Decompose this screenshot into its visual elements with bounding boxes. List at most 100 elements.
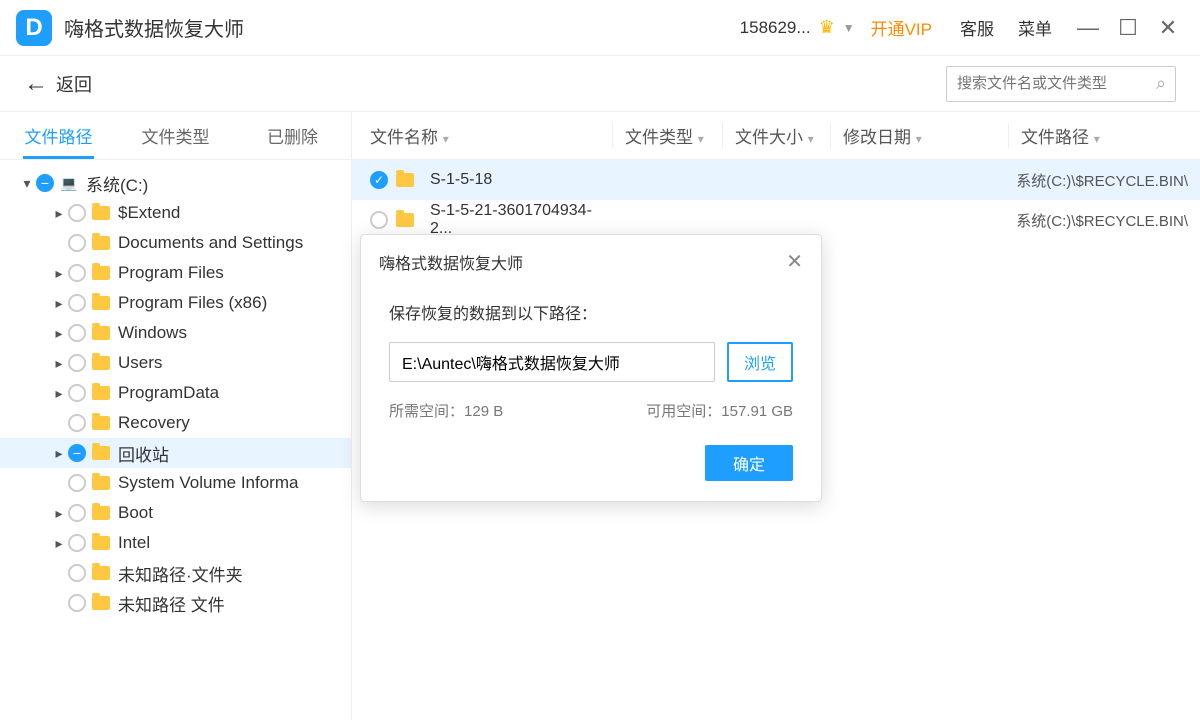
checkbox[interactable] xyxy=(68,474,86,492)
tree-item[interactable]: ▸ Boot xyxy=(0,498,351,528)
file-name: S-1-5-21-3601704934-2... xyxy=(430,202,612,238)
column-header: 文件名称 ▾ 文件类型 ▾ 文件大小 ▾ 修改日期 ▾ 文件路径 ▾ xyxy=(352,112,1200,160)
file-checkbox[interactable]: ✓ xyxy=(370,171,388,189)
chevron-icon[interactable]: ▸ xyxy=(50,355,68,372)
tree-item[interactable]: ▾−💻系统(C:) xyxy=(0,168,351,198)
tree-item[interactable]: ▸−回收站 xyxy=(0,438,351,468)
checkbox[interactable] xyxy=(68,354,86,372)
app-logo: D xyxy=(16,10,52,46)
chevron-icon[interactable]: ▸ xyxy=(50,205,68,222)
chevron-icon[interactable]: ▾ xyxy=(18,175,36,192)
checkbox[interactable] xyxy=(68,264,86,282)
checkbox[interactable] xyxy=(68,324,86,342)
tree-item[interactable]: ▸ Windows xyxy=(0,318,351,348)
folder-icon xyxy=(92,236,110,250)
chevron-down-icon: ▼ xyxy=(843,21,855,35)
chevron-icon[interactable]: ▸ xyxy=(50,505,68,522)
file-name: S-1-5-18 xyxy=(430,171,492,189)
chevron-icon[interactable]: ▸ xyxy=(50,325,68,342)
col-path[interactable]: 文件路径 ▾ xyxy=(1008,123,1200,148)
tree-item-label: Intel xyxy=(118,533,150,553)
folder-icon xyxy=(92,266,110,280)
user-info[interactable]: 158629... ♛ ▼ xyxy=(740,17,855,38)
folder-icon xyxy=(92,296,110,310)
back-label: 返回 xyxy=(56,71,92,97)
browse-button[interactable]: 浏览 xyxy=(727,342,793,382)
sidebar-tabs: 文件路径 文件类型 已删除 xyxy=(0,112,351,160)
checkbox[interactable] xyxy=(68,204,86,222)
file-path: 系统(C:)\$RECYCLE.BIN\ xyxy=(1016,170,1200,191)
tree-item[interactable]: ▸ Program Files xyxy=(0,258,351,288)
app-title: 嗨格式数据恢复大师 xyxy=(64,13,244,42)
search-box[interactable]: ⌕ xyxy=(946,66,1176,102)
search-input[interactable] xyxy=(957,75,1156,92)
dialog-label: 保存恢复的数据到以下路径： xyxy=(389,300,793,324)
checkbox[interactable] xyxy=(68,594,86,612)
checkbox[interactable]: − xyxy=(36,174,54,192)
checkbox[interactable] xyxy=(68,234,86,252)
chevron-icon[interactable]: ▸ xyxy=(50,535,68,552)
chevron-icon[interactable]: ▸ xyxy=(50,295,68,312)
confirm-button[interactable]: 确定 xyxy=(705,445,793,481)
tree-item-label: 未知路径·文件夹 xyxy=(118,561,243,586)
minimize-button[interactable]: — xyxy=(1072,12,1104,44)
tree-item[interactable]: ▸$Extend xyxy=(0,198,351,228)
tree-item-label: Boot xyxy=(118,503,153,523)
folder-icon xyxy=(92,596,110,610)
file-row[interactable]: ✓ S-1-5-18 系统(C:)\$RECYCLE.BIN\ xyxy=(352,160,1200,200)
checkbox[interactable] xyxy=(68,564,86,582)
tab-file-type[interactable]: 文件类型 xyxy=(117,112,234,159)
tree-item[interactable]: ▸ Intel xyxy=(0,528,351,558)
checkbox[interactable] xyxy=(68,414,86,432)
checkbox[interactable] xyxy=(68,384,86,402)
tree-item-label: ProgramData xyxy=(118,383,219,403)
folder-icon xyxy=(92,326,110,340)
checkbox[interactable] xyxy=(68,534,86,552)
support-button[interactable]: 客服 xyxy=(960,15,994,40)
folder-icon xyxy=(396,213,414,227)
close-button[interactable]: ✕ xyxy=(1152,12,1184,44)
tab-deleted[interactable]: 已删除 xyxy=(234,112,351,159)
tree-item[interactable]: ▸ ProgramData xyxy=(0,378,351,408)
col-type[interactable]: 文件类型 ▾ xyxy=(612,123,722,148)
tree-item-label: Recovery xyxy=(118,413,190,433)
save-path-input[interactable]: E:\Auntec\嗨格式数据恢复大师 xyxy=(389,342,715,382)
titlebar: D 嗨格式数据恢复大师 158629... ♛ ▼ 开通VIP 客服 菜单 — … xyxy=(0,0,1200,56)
vip-button[interactable]: 开通VIP xyxy=(871,15,932,40)
dialog-header: 嗨格式数据恢复大师 ✕ xyxy=(361,235,821,288)
tree-item-label: Windows xyxy=(118,323,187,343)
back-button[interactable]: ← 返回 xyxy=(24,70,92,98)
checkbox[interactable] xyxy=(68,504,86,522)
chevron-icon[interactable]: ▸ xyxy=(50,445,68,462)
tree-item-label: Program Files (x86) xyxy=(118,293,267,313)
folder-icon xyxy=(92,206,110,220)
chevron-icon[interactable]: ▸ xyxy=(50,385,68,402)
folder-icon xyxy=(92,356,110,370)
tree-item[interactable]: ▸Documents and Settings xyxy=(0,228,351,258)
checkbox[interactable]: − xyxy=(68,444,86,462)
tree-item[interactable]: ▸Users xyxy=(0,348,351,378)
folder-icon xyxy=(92,476,110,490)
tree-item[interactable]: ▸Recovery xyxy=(0,408,351,438)
tree-item-label: 未知路径 文件 xyxy=(118,591,225,616)
folder-icon xyxy=(92,416,110,430)
folder-icon xyxy=(92,566,110,580)
menu-button[interactable]: 菜单 xyxy=(1018,15,1052,40)
col-size[interactable]: 文件大小 ▾ xyxy=(722,123,830,148)
tree-item-label: Documents and Settings xyxy=(118,233,303,253)
folder-icon xyxy=(92,446,110,460)
tree-item[interactable]: ▸未知路径 文件 xyxy=(0,588,351,618)
col-name[interactable]: 文件名称 ▾ xyxy=(352,123,612,148)
tree-item[interactable]: ▸ Program Files (x86) xyxy=(0,288,351,318)
tree-item-label: Program Files xyxy=(118,263,224,283)
file-checkbox[interactable] xyxy=(370,211,388,229)
col-date[interactable]: 修改日期 ▾ xyxy=(830,123,1008,148)
tab-file-path[interactable]: 文件路径 xyxy=(0,112,117,159)
maximize-button[interactable]: ☐ xyxy=(1112,12,1144,44)
tree-item[interactable]: ▸未知路径·文件夹 xyxy=(0,558,351,588)
tree-item[interactable]: ▸System Volume Informa xyxy=(0,468,351,498)
dialog-close-button[interactable]: ✕ xyxy=(786,249,803,274)
checkbox[interactable] xyxy=(68,294,86,312)
save-dialog: 嗨格式数据恢复大师 ✕ 保存恢复的数据到以下路径： E:\Auntec\嗨格式数… xyxy=(360,234,822,502)
chevron-icon[interactable]: ▸ xyxy=(50,265,68,282)
